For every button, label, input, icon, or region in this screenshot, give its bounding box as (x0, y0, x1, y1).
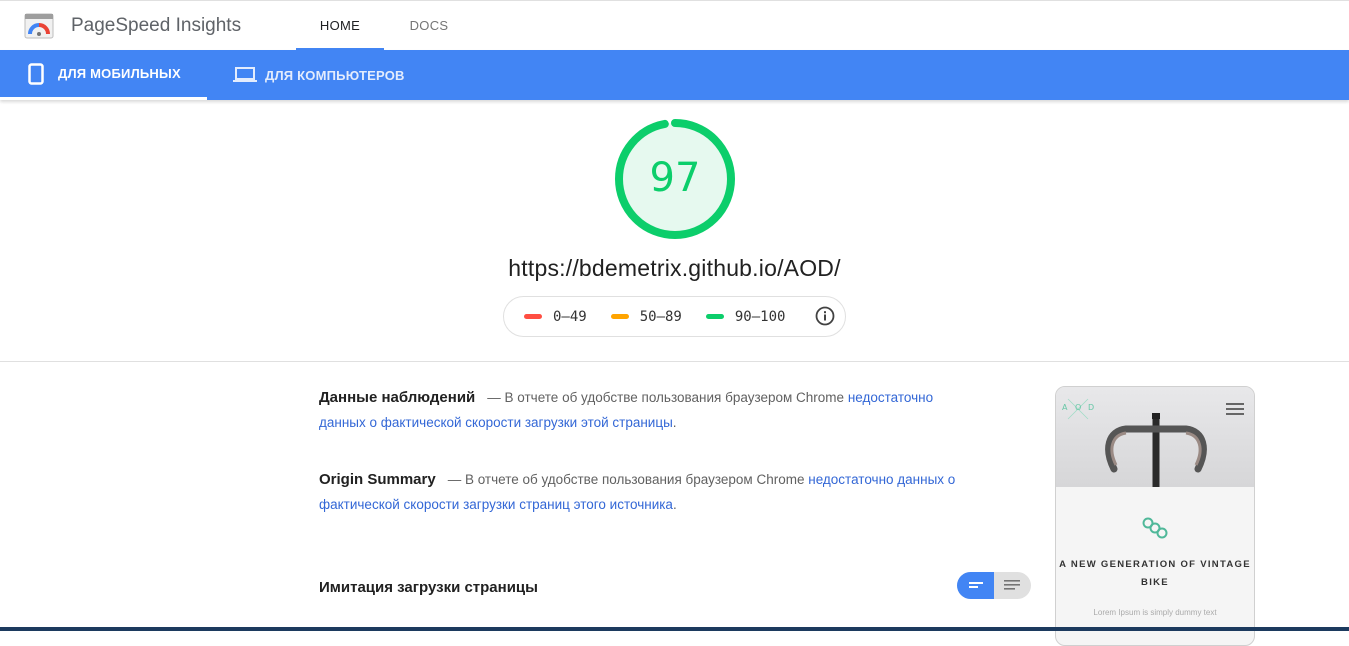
origin-summary-text: — В отчете об удобстве пользования брауз… (447, 472, 805, 487)
compact-view-icon (969, 582, 983, 588)
app-title: PageSpeed Insights (71, 15, 242, 36)
view-toggle[interactable] (957, 572, 1031, 599)
score-legend: 0–49 50–89 90–100 (503, 296, 846, 337)
legend-bar (610, 314, 629, 319)
preview-headline: A NEW GENERATION OF VINTAGE BIKE (1059, 559, 1251, 588)
preview-logo-letter: D (1088, 403, 1095, 412)
tab-desktop-label: ДЛЯ КОМПЬЮТЕРОВ (265, 67, 405, 83)
field-data-end: . (672, 415, 677, 430)
legend-item-poor: 0–49 (524, 309, 587, 325)
origin-summary-title: Origin Summary (319, 471, 436, 488)
laptop-icon (233, 67, 257, 82)
page-preview-screenshot: A O D A NEW GENERATION OF VINTAGE BIKE L… (1055, 386, 1255, 646)
legend-item-good: 90–100 (705, 308, 786, 325)
pagespeed-logo-icon[interactable] (24, 13, 54, 39)
field-data-text: — В отчете об удобстве пользования брауз… (487, 390, 845, 405)
device-tab-bar: ДЛЯ МОБИЛЬНЫХ ДЛЯ КОМПЬЮТЕРОВ (0, 50, 1349, 100)
performance-score: 97 (649, 155, 701, 201)
origin-summary-section: Origin Summary — В отчете об удобстве пол… (319, 467, 979, 517)
legend-label: 90–100 (734, 308, 786, 325)
legend-label: 0–49 (553, 308, 587, 325)
hamburger-menu-icon (1226, 403, 1244, 415)
preview-logo-icon: A O D (1062, 395, 1094, 423)
bike-handlebar-image (1105, 413, 1207, 487)
top-app-bar: PageSpeed Insights HOME DOCS (0, 0, 1349, 51)
legend-item-average: 50–89 (610, 308, 682, 325)
preview-body-text: Lorem Ipsum is simply dummy text (1093, 608, 1217, 617)
info-icon[interactable] (815, 306, 835, 326)
field-data-title: Данные наблюдений (319, 389, 476, 406)
tab-desktop[interactable]: ДЛЯ КОМПЬЮТЕРОВ (207, 50, 437, 100)
lab-data-title: Имитация загрузки страницы (319, 579, 538, 596)
tab-mobile-label: ДЛЯ МОБИЛЬНЫХ (58, 66, 181, 81)
smartphone-icon (28, 62, 44, 85)
legend-label: 50–89 (639, 308, 682, 325)
legend-bar (524, 314, 542, 319)
expanded-view-icon[interactable] (1003, 578, 1021, 592)
preview-hero: A O D (1056, 387, 1254, 487)
tested-url: https://bdemetrix.github.io/AOD/ (508, 255, 841, 281)
preview-logo-letter: O (1075, 403, 1082, 412)
preview-logo-letter: A (1062, 403, 1068, 412)
nav-tab-home[interactable]: HOME (296, 1, 384, 51)
os-taskbar (0, 627, 1349, 631)
bike-chain-icon (1142, 517, 1168, 539)
nav-tab-docs[interactable]: DOCS (384, 1, 474, 51)
origin-summary-end: . (672, 497, 677, 512)
divider (0, 361, 1349, 362)
field-data-section: Данные наблюдений — В отчете об удобстве … (319, 385, 979, 435)
tab-mobile[interactable]: ДЛЯ МОБИЛЬНЫХ (0, 50, 207, 100)
legend-bar (705, 314, 724, 319)
